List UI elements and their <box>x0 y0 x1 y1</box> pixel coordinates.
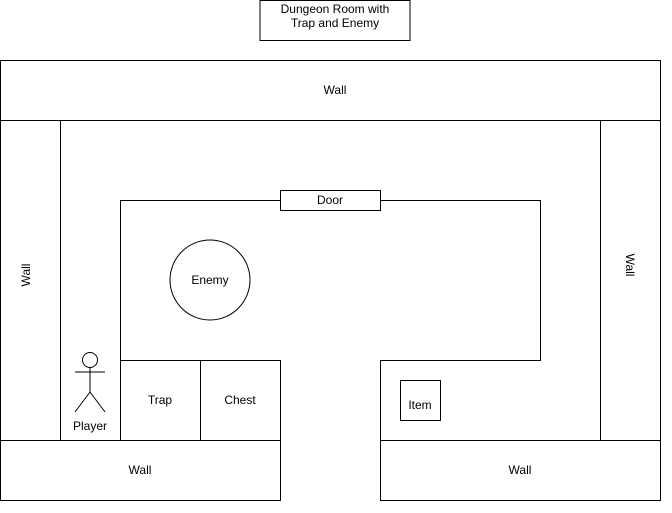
wall-bottom-left: Wall <box>0 440 281 501</box>
enemy: Enemy <box>169 239 251 321</box>
player-icon <box>74 352 106 413</box>
item-label: Item <box>408 398 431 412</box>
wall-top-label: Wall <box>324 83 347 97</box>
wall-bottom-left-label: Wall <box>129 463 152 477</box>
item: Item <box>400 380 441 421</box>
title-line-2: Trap and Enemy <box>291 16 379 30</box>
trap: Trap <box>120 360 201 441</box>
title-box: Dungeon Room with Trap and Enemy <box>259 0 411 41</box>
dungeon-diagram: Dungeon Room with Trap and Enemy Wall Wa… <box>0 0 661 501</box>
chest: Chest <box>200 360 281 441</box>
wall-bottom-right: Wall <box>380 440 661 501</box>
wall-right-label: Wall <box>623 254 637 277</box>
player-label: Player <box>73 419 107 433</box>
wall-left: Wall <box>0 120 61 441</box>
trap-label: Trap <box>148 393 173 407</box>
wall-top: Wall <box>0 60 661 121</box>
enemy-label: Enemy <box>191 273 228 287</box>
wall-right: Wall <box>600 120 661 441</box>
door-label: Door <box>317 193 343 207</box>
door: Door <box>280 190 381 211</box>
title-line-1: Dungeon Room with <box>281 2 390 16</box>
wall-left-label: Wall <box>19 264 33 287</box>
wall-bottom-right-label: Wall <box>509 463 532 477</box>
chest-label: Chest <box>224 393 256 407</box>
